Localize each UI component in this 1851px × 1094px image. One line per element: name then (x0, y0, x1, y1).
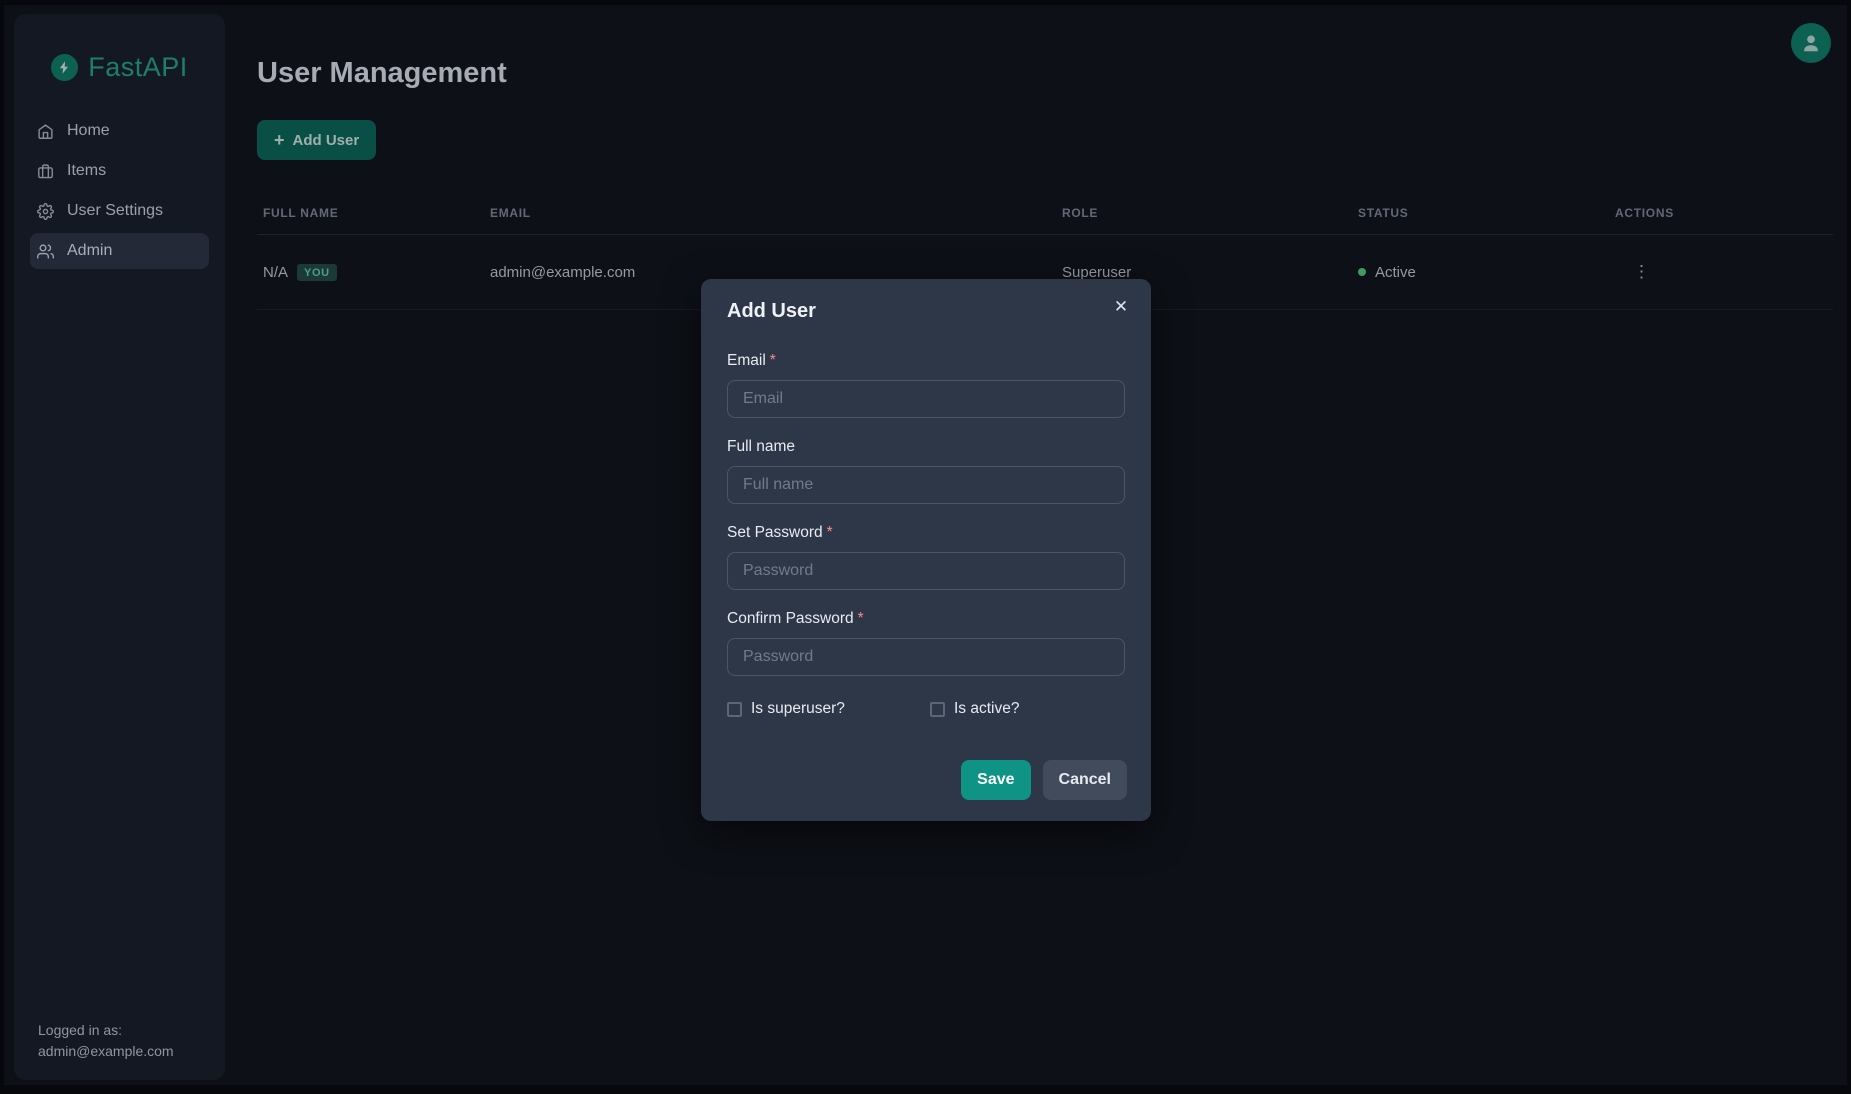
save-button[interactable]: Save (961, 760, 1030, 800)
email-field-group: Email* (727, 351, 1125, 418)
modal-body: Email* Full name Set Password* Confirm P… (701, 325, 1151, 718)
confirm-password-field[interactable] (727, 638, 1125, 676)
full-name-field[interactable] (727, 466, 1125, 504)
confirm-password-field-label: Confirm Password* (727, 609, 1125, 628)
modal-footer: Save Cancel (701, 718, 1151, 800)
email-field-label: Email* (727, 351, 1125, 370)
required-asterisk: * (827, 524, 833, 541)
set-password-field[interactable] (727, 552, 1125, 590)
confirm-password-field-group: Confirm Password* (727, 609, 1125, 676)
is-superuser-checkbox[interactable]: Is superuser? (727, 700, 930, 718)
cancel-button[interactable]: Cancel (1043, 760, 1127, 800)
full-name-field-group: Full name (727, 437, 1125, 504)
modal-title: Add User (727, 297, 1125, 325)
set-password-field-group: Set Password* (727, 523, 1125, 590)
required-asterisk: * (770, 352, 776, 369)
set-password-field-label: Set Password* (727, 523, 1125, 542)
is-active-label: Is active? (954, 700, 1019, 718)
checkbox-icon (930, 702, 945, 717)
checkbox-icon (727, 702, 742, 717)
close-icon[interactable]: ✕ (1107, 293, 1135, 321)
modal-header: Add User ✕ (701, 279, 1151, 325)
required-asterisk: * (858, 610, 864, 627)
checkbox-row: Is superuser? Is active? (727, 700, 1125, 718)
full-name-field-label: Full name (727, 437, 1125, 456)
is-superuser-label: Is superuser? (751, 700, 845, 718)
email-field[interactable] (727, 380, 1125, 418)
is-active-checkbox[interactable]: Is active? (930, 700, 1019, 718)
add-user-modal: Add User ✕ Email* Full name Set Password… (701, 279, 1151, 821)
